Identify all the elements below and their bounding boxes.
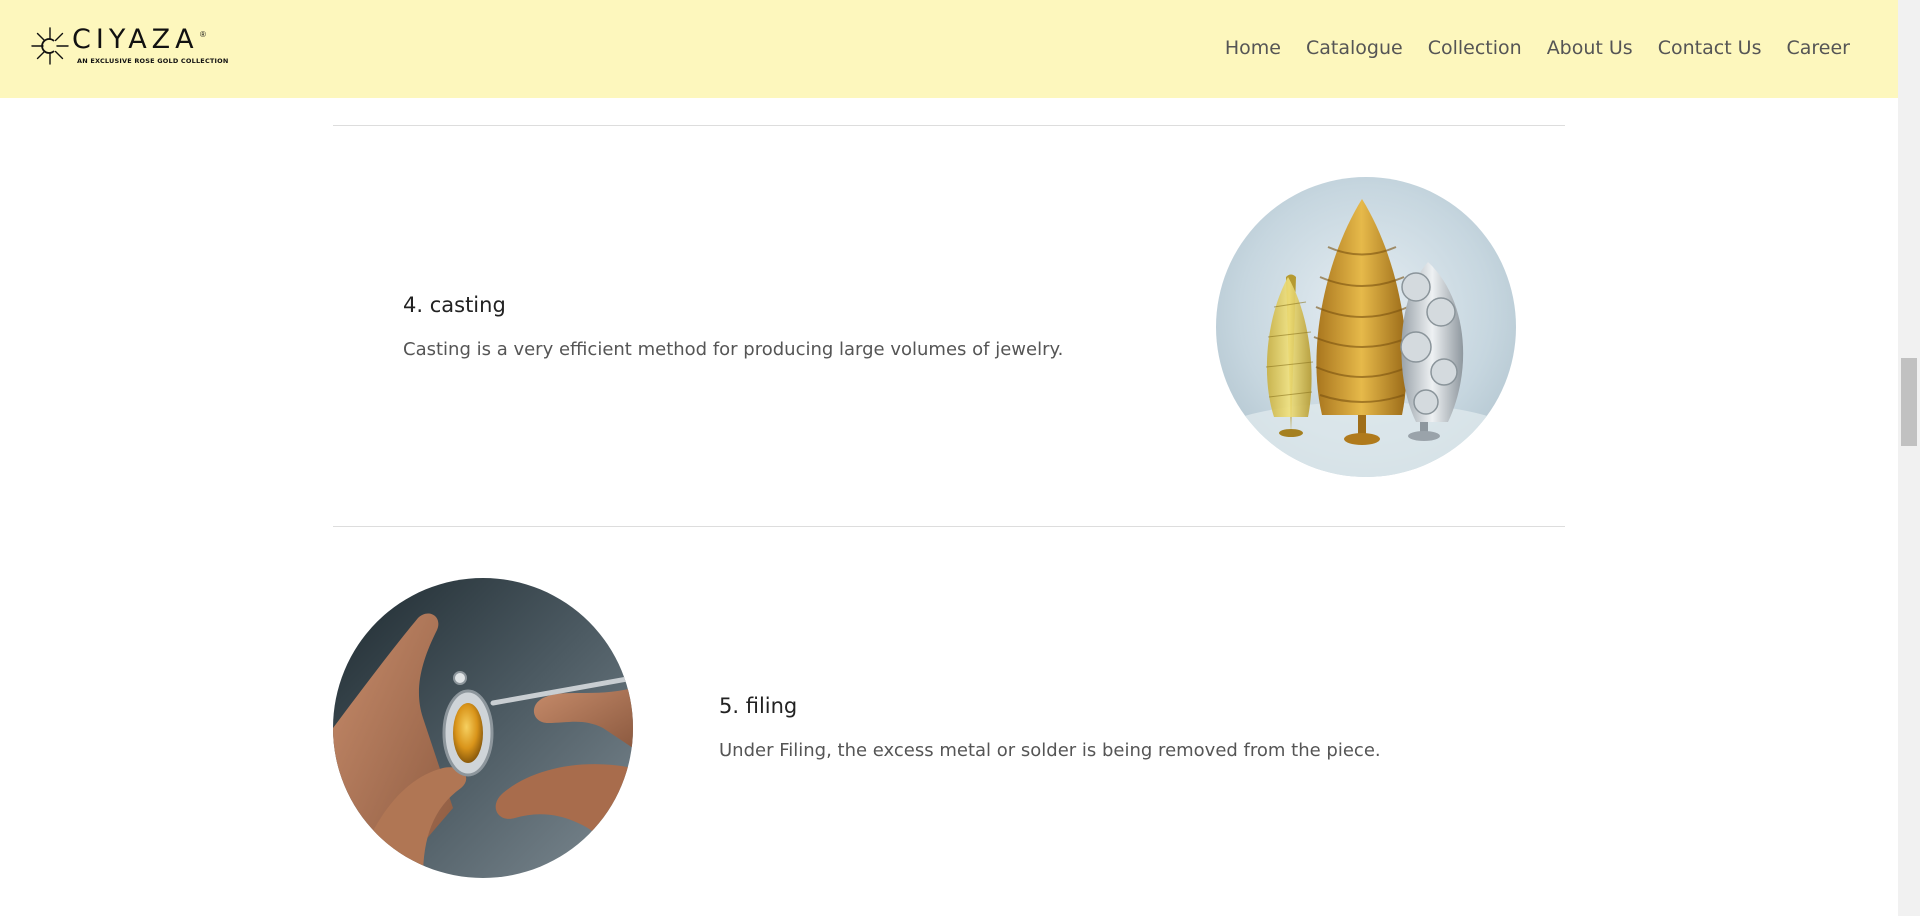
site-header: CIYAZA ® AN EXCLUSIVE ROSE GOLD COLLECTI…: [0, 0, 1898, 98]
section-divider: [333, 526, 1565, 527]
nav-career[interactable]: Career: [1787, 36, 1851, 60]
filing-hands-image: [333, 578, 633, 878]
brand-logo[interactable]: CIYAZA ® AN EXCLUSIVE ROSE GOLD COLLECTI…: [30, 24, 228, 68]
nav-home[interactable]: Home: [1225, 36, 1281, 60]
brand-tagline: AN EXCLUSIVE ROSE GOLD COLLECTION: [77, 57, 229, 65]
nav-contact-us[interactable]: Contact Us: [1658, 36, 1762, 60]
main-nav: Home Catalogue Collection About Us Conta…: [1225, 36, 1850, 60]
scrollbar-thumb[interactable]: [1901, 358, 1917, 446]
nav-about-us[interactable]: About Us: [1547, 36, 1633, 60]
section-divider: [333, 125, 1565, 126]
step-description: Under Filing, the excess metal or solder…: [719, 740, 1381, 761]
nav-catalogue[interactable]: Catalogue: [1306, 36, 1403, 60]
step-description: Casting is a very efficient method for p…: [403, 339, 1064, 360]
step-title: 4. casting: [403, 293, 506, 317]
page-viewport: CIYAZA ® AN EXCLUSIVE ROSE GOLD COLLECTI…: [0, 0, 1898, 916]
registered-mark: ®: [200, 30, 206, 39]
sun-icon: [31, 27, 69, 65]
casting-trees-image: [1216, 177, 1516, 477]
step-title: 5. filing: [719, 694, 798, 718]
nav-collection[interactable]: Collection: [1428, 36, 1522, 60]
brand-name: CIYAZA: [72, 24, 199, 55]
vertical-scrollbar[interactable]: [1898, 0, 1920, 916]
